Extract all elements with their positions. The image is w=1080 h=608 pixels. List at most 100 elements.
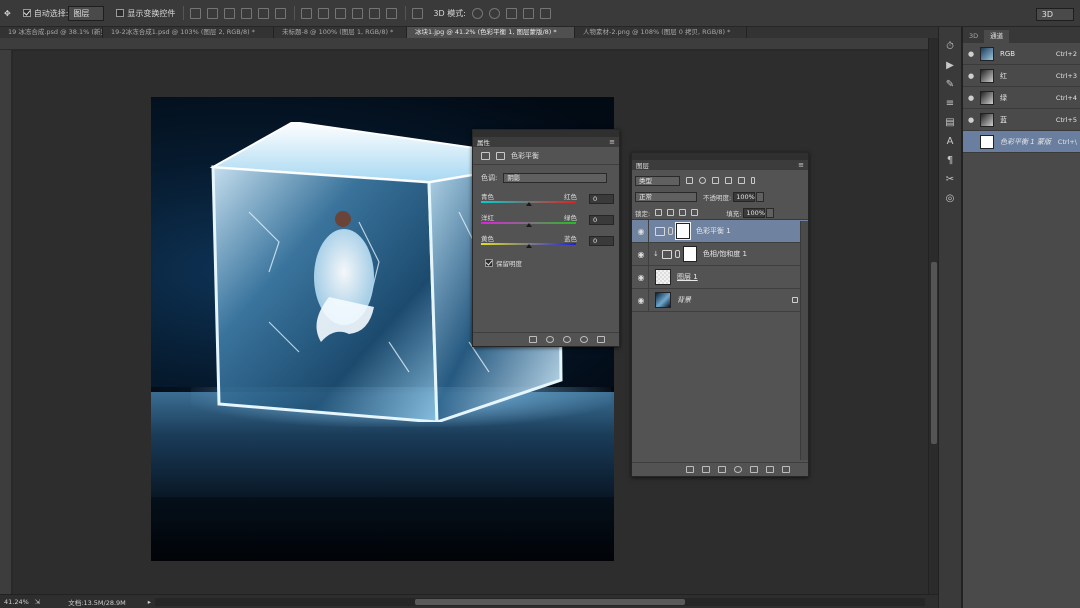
actions-icon[interactable]: ▶ <box>944 60 956 72</box>
link-chain-icon[interactable] <box>668 227 673 235</box>
lock-transparent-icon[interactable] <box>655 209 663 216</box>
panel-titlebar[interactable] <box>632 153 808 160</box>
visibility-eye-icon[interactable]: ◉ <box>634 250 648 259</box>
layer-row-layer-1[interactable]: ◉ 图层 1 <box>632 265 808 289</box>
panel-menu-icon[interactable]: ≡ <box>609 138 615 146</box>
filter-adjustment-icon[interactable] <box>699 177 706 184</box>
align-top-icon[interactable] <box>190 7 202 19</box>
zoom-level[interactable]: 41.24% <box>4 598 29 606</box>
layer-mask-thumbnail[interactable] <box>682 246 697 262</box>
tone-dropdown[interactable]: 阴影 <box>503 173 608 183</box>
magenta-green-slider[interactable]: 洋红 绿色 0 <box>481 208 614 229</box>
lock-all-icon[interactable] <box>691 209 699 216</box>
brush-icon[interactable]: ✎ <box>944 79 956 91</box>
doc-tab[interactable]: 19-2冰冻合成1.psd @ 103% (图层 2, RGB/8) * <box>103 27 274 38</box>
slider-thumb[interactable] <box>525 202 532 206</box>
status-menu-arrow-icon[interactable]: ▸ <box>148 598 151 606</box>
tab-properties[interactable]: 属性 <box>477 137 490 147</box>
delete-layer-trash-icon[interactable] <box>782 466 790 473</box>
layer-name[interactable]: 色相/饱和度 1 <box>703 249 808 259</box>
align-bottom-icon[interactable] <box>224 7 236 19</box>
tools-preset-icon[interactable]: ✂ <box>944 174 956 186</box>
visibility-eye-icon[interactable]: ● <box>965 72 977 80</box>
3d-scale-icon[interactable] <box>539 7 551 19</box>
auto-select-target-dropdown[interactable]: 图层 <box>68 5 105 21</box>
auto-select-checkbox[interactable]: 自动选择: <box>22 8 68 19</box>
layer-row-hue-saturation[interactable]: ◉ ↓ 色相/饱和度 1 <box>632 242 808 266</box>
view-previous-state-icon[interactable] <box>546 336 554 343</box>
opacity-dropdown-arrow-icon[interactable] <box>756 192 765 202</box>
horizontal-scrollbar[interactable] <box>155 598 925 606</box>
export-icon[interactable]: ⇲ <box>35 598 40 606</box>
slider-value-input[interactable]: 0 <box>589 236 614 246</box>
distribute-bottom-icon[interactable] <box>335 7 347 19</box>
ruler-vertical[interactable] <box>0 50 12 594</box>
channel-row-green[interactable]: ● 绿 Ctrl+4 <box>963 87 1080 109</box>
channel-row-blue[interactable]: ● 蓝 Ctrl+5 <box>963 109 1080 131</box>
fill-dropdown-arrow-icon[interactable] <box>766 207 775 218</box>
panel-titlebar[interactable] <box>473 130 619 137</box>
visibility-eye-icon[interactable]: ◉ <box>634 296 648 305</box>
layer-style-fx-icon[interactable] <box>702 466 710 473</box>
layer-name[interactable]: 色彩平衡 1 <box>696 226 808 236</box>
workspace-switcher[interactable]: 3D <box>1035 8 1074 21</box>
3d-pan-icon[interactable] <box>505 7 517 19</box>
layers-scrollbar[interactable] <box>800 221 808 460</box>
blend-mode-dropdown[interactable]: 正常 <box>635 192 697 202</box>
visibility-eye-icon[interactable]: ◉ <box>634 273 648 282</box>
visibility-eye-icon[interactable]: ● <box>965 94 977 102</box>
character-icon[interactable]: A <box>944 136 956 148</box>
layers-stack-icon[interactable]: ▤ <box>944 117 956 129</box>
doc-tab[interactable]: 未标题-8 @ 100% (图层 1, RGB/8) * <box>274 27 407 38</box>
align-left-icon[interactable] <box>241 7 253 19</box>
horizontal-scroll-thumb[interactable] <box>415 599 685 605</box>
new-adjustment-layer-icon[interactable] <box>734 466 742 473</box>
align-vcenter-icon[interactable] <box>207 7 219 19</box>
slider-value-input[interactable]: 0 <box>589 215 614 225</box>
filter-shape-icon[interactable] <box>725 177 732 184</box>
ruler-horizontal[interactable] <box>0 38 928 50</box>
doc-tab-active[interactable]: 冰块1.jpg @ 41.2% (色彩平衡 1, 图层蒙版/8) * <box>407 27 575 38</box>
slider-value-input[interactable]: 0 <box>589 194 614 204</box>
panel-menu-icon[interactable]: ≡ <box>798 161 804 169</box>
filter-type-icon[interactable] <box>712 177 719 184</box>
tab-3d[interactable]: 3D <box>963 30 984 43</box>
3d-slide-icon[interactable] <box>522 7 534 19</box>
show-transform-checkbox[interactable]: 显示变换控件 <box>116 8 175 19</box>
new-group-folder-icon[interactable] <box>750 466 758 473</box>
vertical-scrollbar[interactable] <box>928 38 938 594</box>
layer-name[interactable]: 背景 <box>677 295 792 305</box>
doc-tab[interactable]: 19 冰冻合成.psd @ 38.1% (新变换时 1, 图层蒙版/8) * <box>0 27 103 38</box>
channel-row-red[interactable]: ● 红 Ctrl+3 <box>963 65 1080 87</box>
distribute-left-icon[interactable] <box>352 7 364 19</box>
link-layers-icon[interactable] <box>686 466 694 473</box>
mask-icon[interactable] <box>496 151 505 160</box>
reset-icon[interactable] <box>563 336 571 343</box>
filter-smart-object-icon[interactable] <box>738 177 745 184</box>
vertical-scroll-thumb[interactable] <box>931 262 937 444</box>
yellow-blue-slider[interactable]: 黄色 蓝色 0 <box>481 229 614 250</box>
distribute-top-icon[interactable] <box>301 7 313 19</box>
add-mask-icon[interactable] <box>718 466 726 473</box>
layer-mask-thumbnail[interactable] <box>675 222 691 240</box>
filter-kind-dropdown[interactable]: 类型 <box>635 175 680 186</box>
tab-layers[interactable]: 图层 <box>636 160 649 170</box>
delete-trash-icon[interactable] <box>597 336 605 343</box>
distribute-vcenter-icon[interactable] <box>318 7 330 19</box>
3d-rotate-icon[interactable] <box>471 7 483 19</box>
filter-pixel-icon[interactable] <box>686 177 693 184</box>
align-right-icon[interactable] <box>275 7 287 19</box>
distribute-right-icon[interactable] <box>386 7 398 19</box>
auto-align-icon[interactable] <box>412 7 424 19</box>
align-hcenter-icon[interactable] <box>258 7 270 19</box>
channel-row-rgb[interactable]: ● RGB Ctrl+2 <box>963 43 1080 65</box>
clip-to-layer-icon[interactable] <box>529 336 537 343</box>
3d-roll-icon[interactable] <box>488 7 500 19</box>
visibility-eye-icon[interactable]: ● <box>965 116 977 124</box>
layer-name[interactable]: 图层 1 <box>677 272 808 282</box>
preserve-luminosity-checkbox[interactable]: 保留明度 <box>485 258 619 268</box>
lock-position-icon[interactable] <box>679 209 687 216</box>
layer-row-background[interactable]: ◉ 背景 <box>632 288 808 312</box>
visibility-eye-icon[interactable]: ● <box>965 50 977 58</box>
fill-input[interactable]: 100% <box>743 207 766 218</box>
